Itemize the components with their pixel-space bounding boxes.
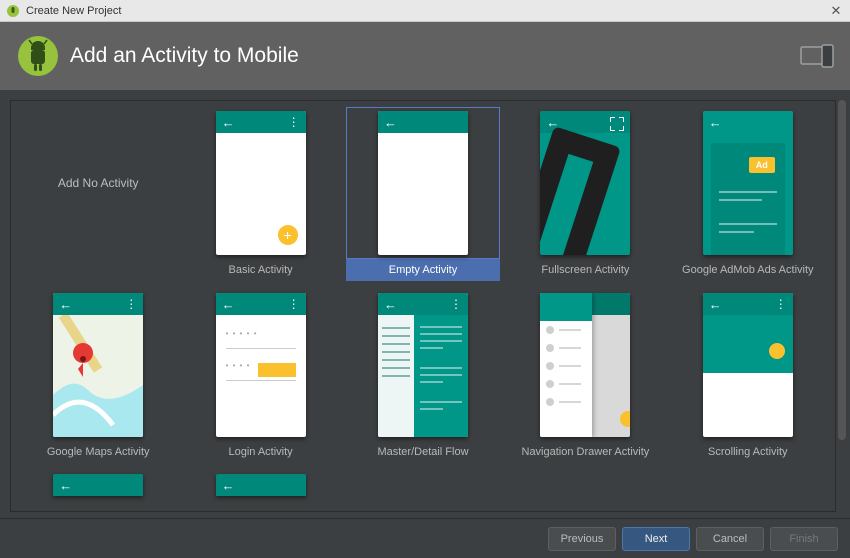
login-submit-icon	[258, 363, 296, 377]
android-studio-logo-icon	[16, 34, 60, 78]
previous-button[interactable]: Previous	[548, 527, 616, 551]
overflow-icon: ⋮	[450, 298, 462, 310]
template-google-maps-activity[interactable]: ← ⋮ Google Maps Activity	[17, 287, 179, 469]
template-gallery: Add No Activity ← ⋮ + Basic Activity ←	[10, 100, 836, 512]
android-studio-icon	[6, 4, 20, 18]
back-arrow-icon: ←	[384, 298, 397, 311]
ad-chip: Ad	[749, 157, 775, 173]
template-label: Navigation Drawer Activity	[522, 441, 650, 463]
template-fullscreen-activity[interactable]: ← Fullscreen Activity	[504, 105, 666, 287]
wizard-header: Add an Activity to Mobile	[0, 22, 850, 90]
back-arrow-icon: ←	[222, 116, 235, 129]
template-basic-activity[interactable]: ← ⋮ + Basic Activity	[179, 105, 341, 287]
fab-icon	[769, 343, 785, 359]
fullscreen-icon	[610, 117, 624, 131]
template-label: Google AdMob Ads Activity	[682, 259, 813, 281]
template-partial-1[interactable]: ←	[17, 469, 179, 505]
window-title: Create New Project	[26, 5, 828, 17]
template-label: Basic Activity	[229, 259, 293, 281]
template-label: Empty Activity	[346, 259, 500, 281]
template-partial-2[interactable]: ←	[179, 469, 341, 505]
template-label: Login Activity	[228, 441, 292, 463]
add-no-activity-label: Add No Activity	[58, 176, 139, 190]
back-arrow-icon: ←	[709, 298, 722, 311]
titlebar: Create New Project ✕	[0, 0, 850, 22]
template-empty-activity[interactable]: ← Empty Activity	[342, 105, 504, 287]
overflow-icon: ⋮	[288, 116, 300, 128]
page-title: Add an Activity to Mobile	[70, 44, 800, 68]
back-arrow-icon: ←	[384, 116, 397, 129]
template-scrolling-activity[interactable]: ← ⋮ Scrolling Activity	[667, 287, 829, 469]
gallery-scrollbar[interactable]	[838, 100, 846, 512]
template-label: Scrolling Activity	[708, 441, 787, 463]
next-button[interactable]: Next	[622, 527, 690, 551]
back-arrow-icon: ←	[59, 478, 72, 493]
cancel-button[interactable]: Cancel	[696, 527, 764, 551]
form-factor-icon	[800, 44, 834, 68]
back-arrow-icon: ←	[222, 478, 235, 493]
finish-button[interactable]: Finish	[770, 527, 838, 551]
fab-icon	[620, 411, 630, 427]
fab-icon: +	[278, 225, 298, 245]
template-label: Master/Detail Flow	[377, 441, 468, 463]
overflow-icon: ⋮	[288, 298, 300, 310]
overflow-icon: ⋮	[775, 298, 787, 310]
overflow-icon: ⋮	[125, 298, 137, 310]
template-label: Fullscreen Activity	[541, 259, 629, 281]
template-login-activity[interactable]: ←⋮ • • • • • • • • • Login Activity	[179, 287, 341, 469]
back-arrow-icon: ←	[222, 298, 235, 311]
back-arrow-icon: ←	[59, 298, 72, 311]
template-add-no-activity[interactable]: Add No Activity	[17, 105, 179, 287]
back-arrow-icon: ←	[709, 116, 722, 129]
template-admob-activity[interactable]: ← Ad Google AdMob Ads Activity	[667, 105, 829, 287]
window-close-button[interactable]: ✕	[828, 3, 844, 19]
template-master-detail-flow[interactable]: ← ⋮ Master/Detail Flow	[342, 287, 504, 469]
map-preview-icon	[53, 315, 143, 437]
template-navigation-drawer-activity[interactable]: Navigation Drawer Activity	[504, 287, 666, 469]
template-label: Google Maps Activity	[47, 441, 150, 463]
wizard-footer: Previous Next Cancel Finish	[0, 518, 850, 558]
